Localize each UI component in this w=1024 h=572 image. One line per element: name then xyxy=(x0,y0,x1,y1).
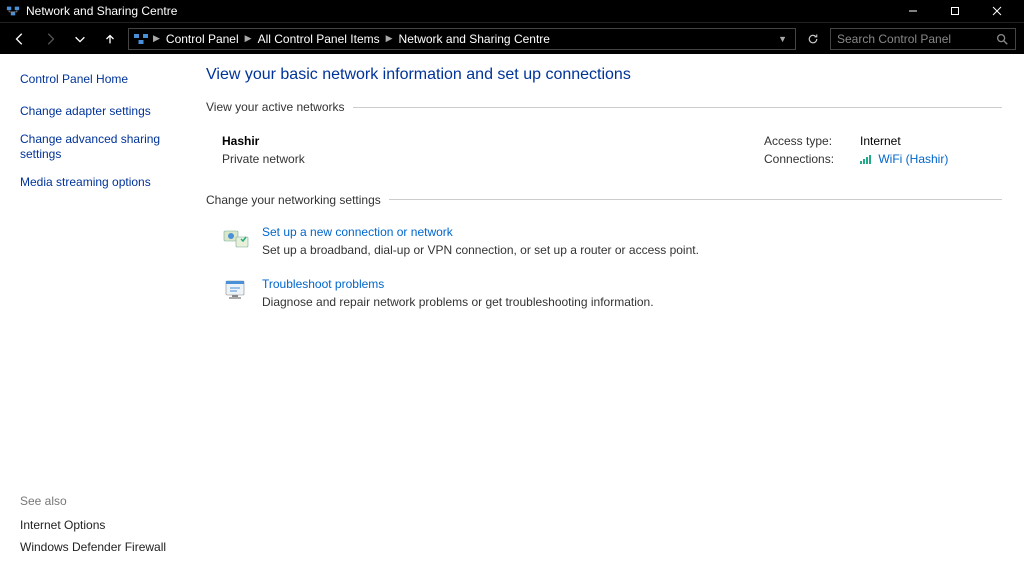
troubleshoot-item: Troubleshoot problems Diagnose and repai… xyxy=(222,277,1004,309)
forward-button[interactable] xyxy=(38,27,62,51)
see-also-firewall[interactable]: Windows Defender Firewall xyxy=(20,540,186,554)
nav-bar: ▶ Control Panel ▶ All Control Panel Item… xyxy=(0,22,1024,54)
network-panel: Hashir Private network Access type: Inte… xyxy=(206,130,1004,175)
setup-connection-item: Set up a new connection or network Set u… xyxy=(222,225,1004,257)
troubleshoot-desc: Diagnose and repair network problems or … xyxy=(262,295,654,309)
minimize-button[interactable] xyxy=(892,0,934,22)
main-content: View your basic network information and … xyxy=(196,54,1024,572)
control-panel-home-link[interactable]: Control Panel Home xyxy=(20,72,186,86)
breadcrumb-item[interactable]: All Control Panel Items xyxy=(256,32,382,46)
recent-button[interactable] xyxy=(68,27,92,51)
connection-link[interactable]: WiFi (Hashir) xyxy=(878,152,948,166)
up-button[interactable] xyxy=(98,27,122,51)
section-label: Change your networking settings xyxy=(206,193,381,207)
access-type-value: Internet xyxy=(860,134,1004,148)
sidebar-link-advanced-sharing[interactable]: Change advanced sharing settings xyxy=(20,132,186,161)
chevron-right-icon: ▶ xyxy=(384,33,395,44)
wifi-signal-icon xyxy=(860,153,872,167)
troubleshoot-link[interactable]: Troubleshoot problems xyxy=(262,277,654,291)
sidebar: Control Panel Home Change adapter settin… xyxy=(0,54,196,572)
maximize-button[interactable] xyxy=(934,0,976,22)
active-networks-section: View your active networks xyxy=(206,100,1004,114)
chevron-right-icon: ▶ xyxy=(151,33,162,44)
section-label: View your active networks xyxy=(206,100,345,114)
page-heading: View your basic network information and … xyxy=(206,66,1004,84)
setup-connection-link[interactable]: Set up a new connection or network xyxy=(262,225,699,239)
change-settings-section: Change your networking settings xyxy=(206,193,1004,207)
connections-label: Connections: xyxy=(764,152,854,167)
search-input[interactable] xyxy=(837,32,995,46)
see-also-internet-options[interactable]: Internet Options xyxy=(20,518,186,532)
breadcrumb-item[interactable]: Control Panel xyxy=(164,32,241,46)
chevron-right-icon: ▶ xyxy=(243,33,254,44)
window-title: Network and Sharing Centre xyxy=(26,4,892,18)
access-type-label: Access type: xyxy=(764,134,854,148)
breadcrumb-icon xyxy=(133,31,149,47)
chevron-down-icon[interactable]: ▼ xyxy=(778,34,787,44)
divider xyxy=(353,107,1002,108)
breadcrumb-item[interactable]: Network and Sharing Centre xyxy=(397,32,552,46)
setup-connection-desc: Set up a broadband, dial-up or VPN conne… xyxy=(262,243,699,257)
title-bar: Network and Sharing Centre xyxy=(0,0,1024,22)
breadcrumb[interactable]: ▶ Control Panel ▶ All Control Panel Item… xyxy=(128,28,796,50)
sidebar-link-adapter[interactable]: Change adapter settings xyxy=(20,104,186,118)
network-type: Private network xyxy=(222,152,764,166)
search-icon xyxy=(995,32,1009,46)
sidebar-link-media-streaming[interactable]: Media streaming options xyxy=(20,175,186,189)
refresh-button[interactable] xyxy=(802,28,824,50)
search-box[interactable] xyxy=(830,28,1016,50)
troubleshoot-icon xyxy=(222,277,250,305)
divider xyxy=(389,199,1002,200)
setup-connection-icon xyxy=(222,225,250,253)
app-icon xyxy=(6,4,20,18)
see-also-label: See also xyxy=(20,494,186,508)
network-name: Hashir xyxy=(222,134,764,148)
back-button[interactable] xyxy=(8,27,32,51)
close-button[interactable] xyxy=(976,0,1018,22)
